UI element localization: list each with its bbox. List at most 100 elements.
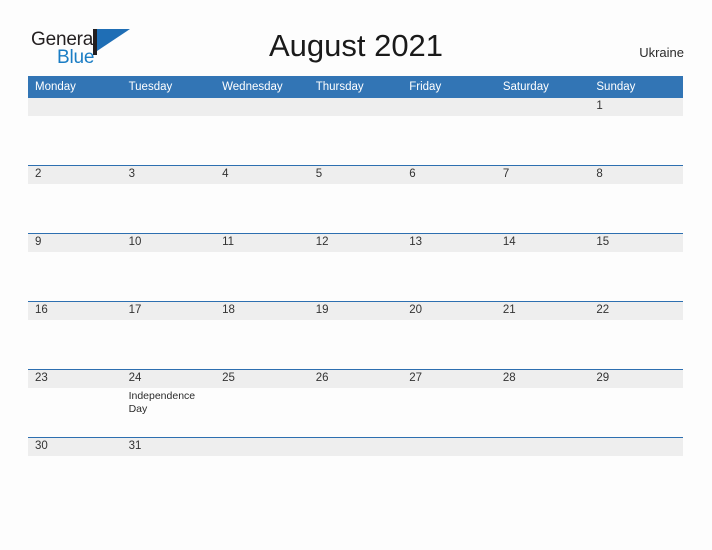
calendar-page: General Blue August 2021 Ukraine Monday T… (0, 0, 712, 550)
calendar-day-cell[interactable]: 7 (495, 165, 590, 234)
day-number: 12 (315, 236, 329, 248)
calendar-day-cell[interactable]: 22 (589, 301, 683, 370)
day-number-band: 22 (589, 302, 683, 320)
calendar-day-cell[interactable]: 1 (589, 98, 683, 166)
day-cell-content: 12 (308, 234, 403, 301)
day-number: 17 (128, 304, 142, 316)
day-number: 4 (222, 168, 229, 180)
calendar-day-cell[interactable]: 19 (308, 301, 403, 370)
calendar-empty-cell (215, 98, 309, 166)
day-cell-content: 24 Independence Day (121, 370, 216, 437)
day-number: 3 (128, 168, 135, 180)
day-number: 21 (502, 304, 516, 316)
day-number-band: 5 (308, 166, 403, 184)
day-number-band (495, 438, 590, 456)
day-cell-content: 9 (28, 234, 122, 301)
day-number-band: 21 (495, 302, 590, 320)
day-number-band: 9 (28, 234, 122, 252)
day-cell-content: 8 (589, 166, 683, 233)
calendar-empty-cell (28, 98, 122, 166)
calendar-day-cell[interactable]: 21 (495, 301, 590, 370)
day-number: 9 (35, 236, 42, 248)
day-cell-content: 5 (308, 166, 403, 233)
calendar-empty-cell (308, 98, 403, 166)
calendar-header-row: Monday Tuesday Wednesday Thursday Friday Satu… (28, 76, 683, 98)
day-number-band: 25 (215, 370, 309, 388)
day-number: 27 (409, 372, 423, 384)
calendar-day-cell[interactable]: 28 (495, 369, 590, 438)
day-number-band: 30 (28, 438, 122, 456)
calendar-day-cell[interactable]: 9 (28, 233, 122, 302)
day-number-band: 7 (495, 166, 590, 184)
calendar-day-cell[interactable]: 17 (121, 301, 216, 370)
day-number: 2 (35, 168, 42, 180)
day-number-band: 29 (589, 370, 683, 388)
day-number: 8 (596, 168, 603, 180)
calendar-day-cell[interactable]: 11 (215, 233, 309, 302)
calendar-day-cell[interactable]: 3 (121, 165, 216, 234)
calendar-day-cell[interactable]: 15 (589, 233, 683, 302)
day-number: 5 (315, 168, 323, 180)
day-number (309, 438, 403, 440)
day-number-band (215, 98, 309, 116)
day-cell-content: 21 (495, 302, 590, 369)
day-number-band: 11 (215, 234, 309, 252)
day-cell-content (215, 438, 309, 505)
day-cell-content: 11 (215, 234, 309, 301)
calendar-week-row: 16 17 18 19 20 21 22 (28, 301, 683, 370)
day-number-band: 15 (589, 234, 683, 252)
day-cell-content: 6 (402, 166, 496, 233)
calendar-day-cell[interactable]: 30 (28, 437, 122, 505)
calendar-day-cell[interactable]: 2 (28, 165, 122, 234)
calendar-day-cell[interactable]: 24 Independence Day (121, 369, 216, 438)
day-cell-content (308, 98, 403, 165)
calendar-day-cell[interactable]: 31 (121, 437, 216, 505)
day-cell-content: 17 (121, 302, 216, 369)
calendar-day-cell[interactable]: 27 (402, 369, 496, 438)
day-number (28, 98, 122, 100)
calendar-day-cell[interactable]: 16 (28, 301, 122, 370)
day-number-band: 28 (495, 370, 590, 388)
day-number-band: 13 (402, 234, 496, 252)
calendar-day-cell[interactable]: 4 (215, 165, 309, 234)
page-title: August 2021 (268, 28, 444, 63)
day-number-band: 1 (589, 98, 683, 116)
calendar-day-cell[interactable]: 13 (402, 233, 496, 302)
calendar-empty-cell (589, 437, 683, 505)
day-cell-content (402, 98, 496, 165)
calendar-day-cell[interactable]: 18 (215, 301, 309, 370)
day-events: Independence Day (122, 388, 216, 416)
holiday-event: Independence Day (128, 390, 196, 415)
day-cell-content: 26 (308, 370, 403, 437)
day-cell-content: 19 (308, 302, 403, 369)
calendar-day-cell[interactable]: 23 (28, 369, 122, 438)
calendar-day-cell[interactable]: 20 (402, 301, 496, 370)
calendar-day-cell[interactable]: 10 (121, 233, 216, 302)
day-number (215, 98, 309, 100)
day-cell-content: 16 (28, 302, 122, 369)
day-number: 31 (128, 440, 142, 452)
day-cell-content: 2 (28, 166, 122, 233)
calendar-day-cell[interactable]: 25 (215, 369, 309, 438)
calendar-day-cell[interactable]: 5 (308, 165, 403, 234)
calendar-empty-cell (495, 98, 590, 166)
calendar-empty-cell (215, 437, 309, 505)
day-number-band: 14 (495, 234, 590, 252)
day-cell-content (495, 438, 590, 505)
calendar-day-cell[interactable]: 6 (402, 165, 496, 234)
weekday-header-tuesday: Tuesday (121, 76, 216, 98)
day-cell-content (28, 98, 122, 165)
calendar-day-cell[interactable]: 8 (589, 165, 683, 234)
calendar-day-cell[interactable]: 12 (308, 233, 403, 302)
weekday-header-sunday: Sunday (589, 76, 683, 98)
day-number: 10 (128, 236, 142, 248)
day-number: 22 (596, 304, 610, 316)
day-number: 30 (35, 440, 48, 452)
day-number: 26 (315, 372, 329, 384)
calendar-day-cell[interactable]: 26 (308, 369, 403, 438)
day-number-band (215, 438, 309, 456)
calendar-day-cell[interactable]: 14 (495, 233, 590, 302)
calendar-day-cell[interactable]: 29 (589, 369, 683, 438)
weekday-header-thursday: Thursday (308, 76, 403, 98)
day-number-band (28, 98, 122, 116)
